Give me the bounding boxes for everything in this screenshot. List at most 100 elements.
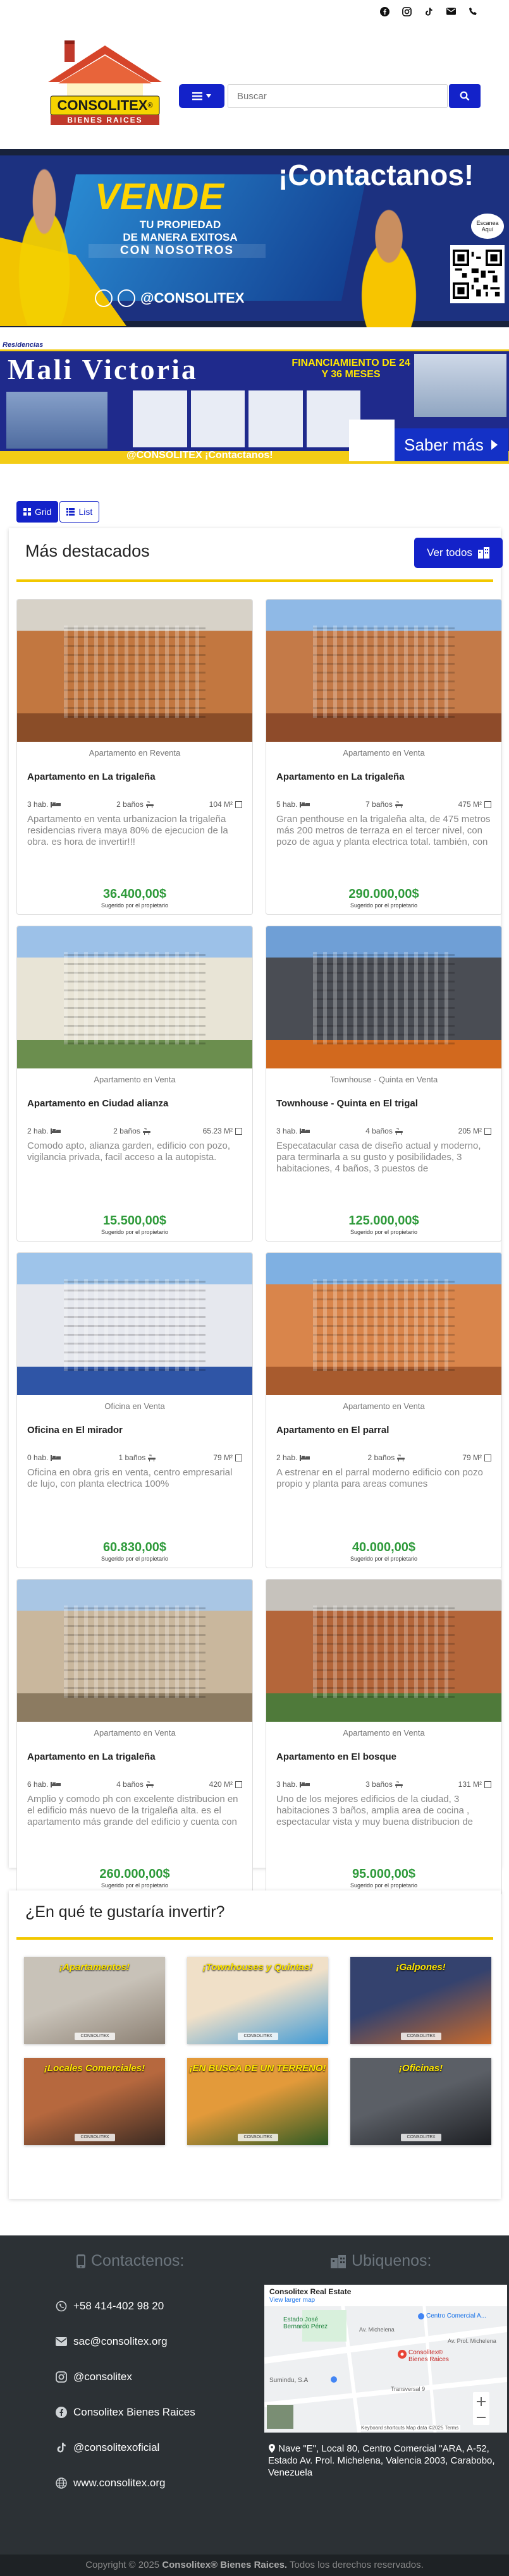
map-larger-link[interactable]: View larger map [269,2297,315,2304]
invest-category-tile[interactable]: ¡Apartamentos! CONSOLITEX [24,1957,165,2044]
mali-victoria-banner[interactable]: Residencias Mali Victoria FINANCIAMIENTO… [0,340,509,464]
invest-title: ¿En qué te gustaría invertir? [25,1903,225,1921]
listing-title[interactable]: Apartamento en La trigaleña [276,771,501,782]
listing-card[interactable]: Townhouse - Quinta en Venta Townhouse - Q… [266,926,502,1242]
listing-photo[interactable] [266,1253,501,1395]
search-button[interactable] [449,84,481,108]
contact-heading: Contactenos: [76,2252,184,2270]
area-icon [484,1127,491,1135]
listing-title[interactable]: Apartamento en El bosque [276,1751,501,1762]
area-icon [484,1454,491,1461]
invest-category-tile[interactable]: ¡Locales Comerciales! CONSOLITEX [24,2058,165,2145]
listing-price: 125.000,00$ [348,1214,419,1228]
search-input[interactable] [228,84,448,108]
listing-rooms: 3 hab. [276,1127,310,1135]
ver-todos-button[interactable]: Ver todos [414,538,503,568]
listing-card[interactable]: Apartamento en Reventa Apartamento en La … [16,599,253,915]
listing-photo[interactable] [266,600,501,742]
listing-card[interactable]: Apartamento en Venta Apartamento en El pa… [266,1252,502,1568]
promo-handle-text: @CONSOLITEX [140,290,245,306]
tile-watermark: CONSOLITEX [75,2134,115,2141]
facebook-icon[interactable] [379,6,390,17]
bed-icon [51,1128,61,1134]
listing-stats: 5 hab. 7 baños 475 M² [276,800,491,809]
listing-title[interactable]: Apartamento en El parral [276,1425,501,1436]
listing-photo[interactable] [17,926,252,1068]
listing-card[interactable]: Apartamento en Venta Apartamento en La tr… [266,599,502,915]
map-poi-label: Sumindu, S.A [269,2377,309,2384]
listing-description: Uno de los mejores edificios de la ciuda… [276,1794,474,1829]
mail-icon[interactable] [445,6,457,17]
invest-category-tile[interactable]: ¡EN BUSCA DE UN TERRENO! CONSOLITEX [187,2058,328,2145]
listing-type: Townhouse - Quinta en Venta [329,1075,438,1084]
listing-area: 475 M² [458,800,491,809]
grid-label: Grid [35,507,52,517]
banner2-financing: FINANCIAMIENTO DE 24 Y 36 MESES [288,358,414,394]
listing-stats: 3 hab. 2 baños 104 M² [27,800,242,809]
copyright-prefix: Copyright © 2025 [85,2560,160,2570]
bath-icon [142,1128,150,1135]
invest-divider [16,1937,493,1940]
invest-category-tile[interactable]: ¡Townhouses y Quintas! CONSOLITEX [187,1957,328,2044]
consolitex-logo[interactable]: CONSOLITEX® BIENES RAICES [42,37,168,131]
listing-price: 290.000,00$ [348,887,419,901]
listing-title[interactable]: Oficina en El mirador [27,1425,252,1436]
invest-category-tile[interactable]: ¡Oficinas! CONSOLITEX [350,2058,491,2145]
listing-price: 40.000,00$ [352,1540,416,1554]
copyright-suffix: Todos los derechos reservados. [290,2560,424,2570]
qr-scan-label: Escanea Aquí [471,214,504,239]
listing-rooms: 5 hab. [276,800,310,809]
listing-type: Apartamento en Venta [343,748,425,758]
instagram-icon[interactable] [401,6,412,17]
listing-photo[interactable] [17,1253,252,1395]
listing-baths: 7 baños [365,800,403,809]
contact-item[interactable]: www.consolitex.org [54,2477,166,2489]
listing-title[interactable]: Apartamento en La trigaleña [27,771,252,782]
listing-photo[interactable] [17,600,252,742]
facebook-icon [54,2407,68,2418]
contact-item[interactable]: @consolitex [54,2371,132,2383]
facebook-icon [118,289,135,307]
contact-item[interactable]: Consolitex Bienes Raices [54,2406,195,2419]
brand-tag: ® [147,102,153,109]
listing-card[interactable]: Apartamento en Venta Apartamento en El bo… [266,1579,502,1895]
listing-photo[interactable] [266,1580,501,1722]
contact-item[interactable]: @consolitexoficial [54,2441,159,2454]
grid-view-button[interactable]: Grid [16,501,59,523]
copyright-brand[interactable]: Consolitex® Bienes Raices. [162,2560,287,2570]
contact-item[interactable]: +58 414-402 98 20 [54,2300,164,2313]
listing-photo[interactable] [266,926,501,1068]
map-poi-label: Centro Comercial A... [426,2313,487,2319]
google-map[interactable]: Consolitex Real Estate View larger map C… [264,2285,507,2433]
listing-price-note: Sugerido por el propietario [101,902,169,909]
map-street-label: Av. Michelena [359,2326,395,2333]
list-view-button[interactable]: List [59,501,100,523]
listing-stats: 6 hab. 4 baños 420 M² [27,1780,242,1789]
listing-title[interactable]: Townhouse - Quinta en El trigal [276,1098,501,1109]
location-heading: Ubiquenos: [330,2252,431,2270]
listing-photo[interactable] [17,1580,252,1722]
saber-mas-button[interactable]: Saber más [395,428,508,461]
phone-icon[interactable] [467,6,479,17]
tiktok-icon[interactable] [423,6,434,17]
listing-baths: 3 baños [365,1780,403,1789]
listing-card[interactable]: Apartamento en Venta Apartamento en Ciuda… [16,926,253,1242]
listing-card[interactable]: Apartamento en Venta Apartamento en La tr… [16,1579,253,1895]
tile-watermark: CONSOLITEX [401,2134,441,2141]
area-icon [484,1781,491,1788]
banner2-footer-text: @CONSOLITEX ¡Contactanos! [126,450,273,461]
list-icon [66,508,75,516]
promo-contact-title: ¡Contactanos! [278,159,474,191]
listing-title[interactable]: Apartamento en La trigaleña [27,1751,252,1762]
menu-button[interactable] [179,84,224,108]
listing-stats: 3 hab. 3 baños 131 M² [276,1780,491,1789]
bath-icon [395,1128,403,1135]
invest-category-tile[interactable]: ¡Galpones! CONSOLITEX [350,1957,491,2044]
listing-stats: 0 hab. 1 baños 79 M² [27,1453,242,1462]
sell-promo-banner[interactable]: VENDE TU PROPIEDAD DE MANERA EXITOSA CON… [0,149,509,327]
listing-card[interactable]: Oficina en Venta Oficina en El mirador 0 h… [16,1252,253,1568]
listing-title[interactable]: Apartamento en Ciudad alianza [27,1098,252,1109]
promo-woman-image [0,160,89,325]
contact-item[interactable]: sac@consolitex.org [54,2335,168,2348]
contact-item-text: @consolitex [73,2371,132,2383]
